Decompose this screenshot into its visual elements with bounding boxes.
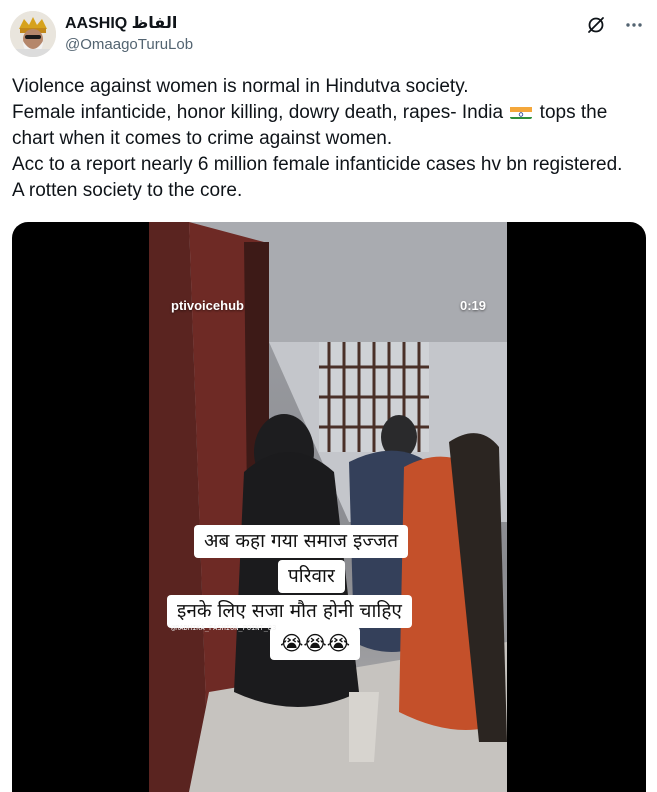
- handle[interactable]: @OmaagoTuruLob: [65, 36, 193, 53]
- video-caption: अब कहा गया समाज इज्जत: [194, 525, 409, 558]
- tweet-line: Violence against women is normal in Hind…: [12, 76, 469, 97]
- video-watermark: @RADHIKA_FASHION_POINT_83: [171, 624, 277, 632]
- tweet-line: A rotten society to the core.: [12, 180, 243, 201]
- tweet-card: AASHIQ الفاظ @OmaagoTuruLob Violence aga…: [0, 0, 657, 792]
- tweet-line: Female infanticide, honor killing, dowry…: [12, 100, 648, 126]
- display-name[interactable]: AASHIQ الفاظ: [65, 13, 177, 33]
- grok-icon[interactable]: [585, 14, 607, 36]
- video-timestamp: 0:19: [460, 298, 487, 313]
- header-actions: [585, 14, 645, 36]
- tweet-line-segment: Female infanticide, honor killing, dowry…: [12, 102, 504, 123]
- video-caption: परिवार: [278, 560, 345, 593]
- more-options-icon[interactable]: [623, 14, 645, 36]
- tweet-text: Violence against women is normal in Hind…: [12, 74, 648, 204]
- tweet-line: chart when it comes to crime against wom…: [12, 128, 393, 149]
- name-row[interactable]: AASHIQ الفاظ: [65, 13, 177, 33]
- avatar[interactable]: [10, 11, 56, 57]
- video-source-label: ptivoicehub: [171, 298, 244, 313]
- video-caption-emoji: 😭😭😭: [270, 627, 361, 660]
- video-frame[interactable]: ptivoicehub 0:19 अब कहा गया समाज इज्जत प…: [149, 222, 507, 792]
- tweet-line-segment: tops the: [539, 102, 608, 123]
- india-flag-icon: [510, 104, 533, 119]
- video-player[interactable]: ptivoicehub 0:19 अब कहा गया समाज इज्जत प…: [12, 222, 646, 792]
- tweet-line: Acc to a report nearly 6 million female …: [12, 154, 623, 175]
